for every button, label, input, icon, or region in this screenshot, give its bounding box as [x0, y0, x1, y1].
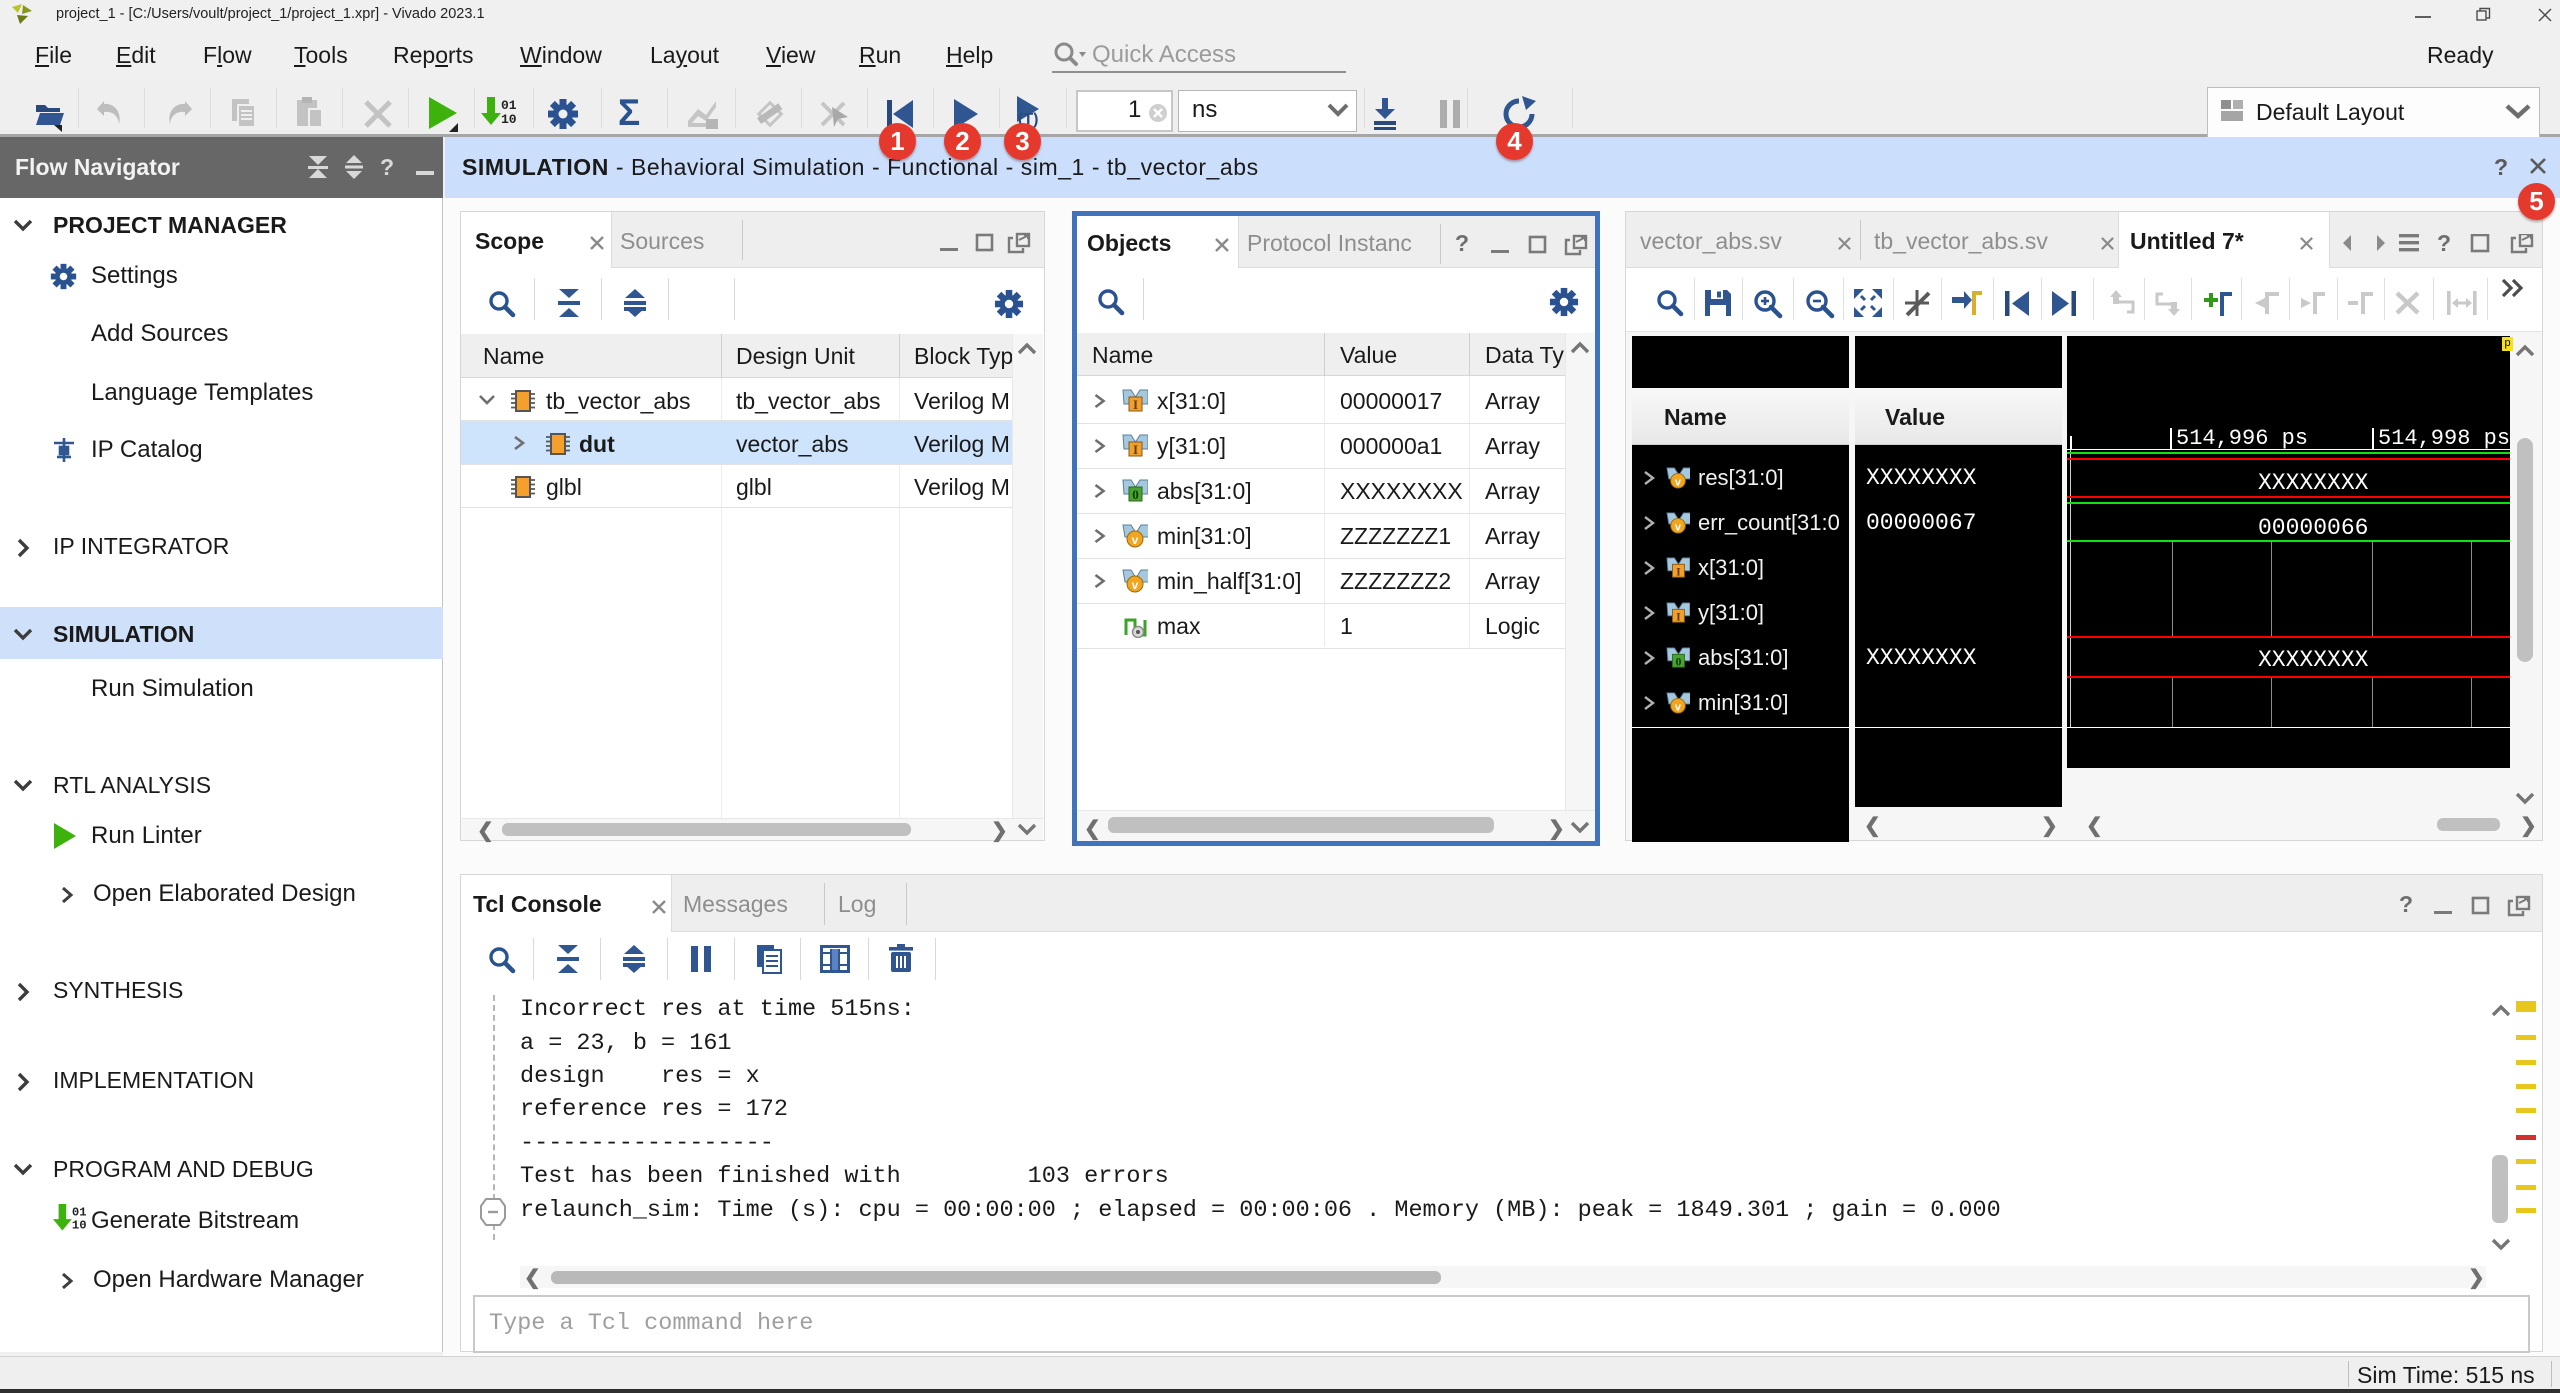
svg-text:v: v — [1132, 533, 1139, 547]
svg-text:10: 10 — [501, 112, 516, 127]
svg-text:0: 0 — [1132, 487, 1139, 502]
svg-text:01: 01 — [501, 98, 516, 113]
svg-text:01: 01 — [72, 1205, 86, 1219]
svg-text:I: I — [1133, 442, 1138, 457]
svg-text:v: v — [1675, 701, 1682, 713]
svg-text:0: 0 — [1675, 654, 1681, 668]
svg-text:v: v — [1675, 476, 1682, 488]
svg-text:I: I — [1676, 609, 1681, 623]
svg-text:v: v — [1132, 578, 1139, 592]
svg-text:10: 10 — [72, 1219, 86, 1233]
svg-text:I: I — [1133, 397, 1138, 412]
svg-text:v: v — [1675, 521, 1682, 533]
svg-text:I: I — [1676, 564, 1681, 578]
